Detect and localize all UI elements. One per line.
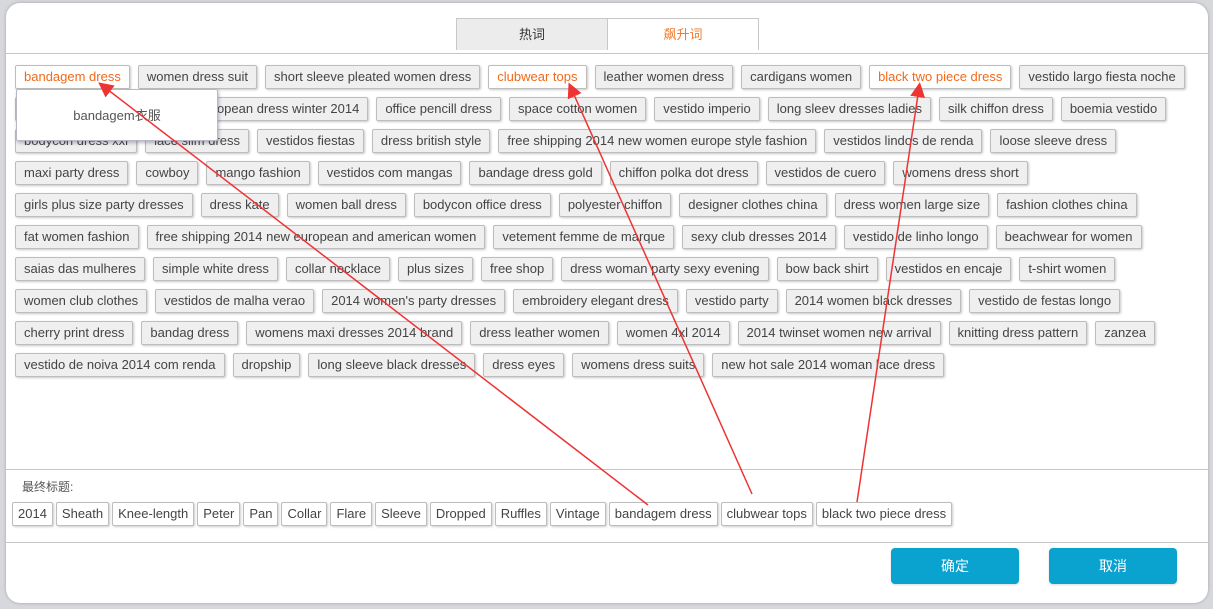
keyword-tag[interactable]: bandage dress gold <box>469 161 602 185</box>
keyword-tag[interactable]: black two piece dress <box>869 65 1012 89</box>
keyword-tabs: 热词 飙升词 <box>456 18 759 50</box>
tab-rising-words[interactable]: 飙升词 <box>608 19 758 50</box>
keyword-tag[interactable]: free shipping 2014 new women europe styl… <box>498 129 817 153</box>
keyword-tag[interactable]: dropship <box>232 353 301 377</box>
keyword-tag[interactable]: cherry print dress <box>15 321 134 345</box>
keyword-tag[interactable]: polyester chiffon <box>558 193 672 217</box>
keyword-tag[interactable]: short sleeve pleated women dress <box>265 65 481 89</box>
keyword-tag[interactable]: vestido imperio <box>654 97 760 121</box>
keyword-tag[interactable]: vestidos de cuero <box>765 161 886 185</box>
keyword-tag[interactable]: vestidos en encaje <box>885 257 1012 281</box>
keyword-tag[interactable]: plus sizes <box>397 257 474 281</box>
final-title-word[interactable]: Dropped <box>429 502 492 526</box>
keyword-dialog: 热词 飙升词 bandagem dress women dress suit sho… <box>6 3 1208 603</box>
keyword-tag[interactable]: vestido de linho longo <box>843 225 988 249</box>
final-title-label: 最终标题: <box>22 480 74 494</box>
divider <box>6 53 1208 54</box>
keyword-tag[interactable]: long sleeve black dresses <box>308 353 476 377</box>
keyword-tag[interactable]: zanzea <box>1095 321 1156 345</box>
keyword-tag[interactable]: free shop <box>481 257 554 281</box>
keyword-tag[interactable]: clubwear tops <box>488 65 587 89</box>
final-title-word[interactable]: Knee-length <box>112 502 195 526</box>
keyword-tag[interactable]: mango fashion <box>206 161 310 185</box>
keyword-tag[interactable]: womens dress suits <box>572 353 705 377</box>
keyword-tag[interactable]: vestido de festas longo <box>969 289 1121 313</box>
keyword-tag[interactable]: vestido de noiva 2014 com renda <box>15 353 225 377</box>
keyword-tag[interactable]: cardigans women <box>741 65 862 89</box>
final-title-word[interactable]: Vintage <box>549 502 606 526</box>
keyword-tag[interactable]: 2014 twinset women new arrival <box>737 321 941 345</box>
keyword-tag[interactable]: dress british style <box>371 129 491 153</box>
divider <box>6 542 1208 543</box>
keyword-tag[interactable]: sexy club dresses 2014 <box>681 225 836 249</box>
keyword-tag[interactable]: beachwear for women <box>995 225 1142 249</box>
final-title-word[interactable]: Flare <box>330 502 373 526</box>
translation-tooltip: bandagem衣服 <box>16 89 218 141</box>
keyword-tag[interactable]: girls plus size party dresses <box>15 193 193 217</box>
keyword-tag[interactable]: chiffon polka dot dress <box>609 161 758 185</box>
keyword-tag[interactable]: vestidos fiestas <box>257 129 364 153</box>
keyword-tag[interactable]: dress kate <box>200 193 279 217</box>
final-title-word[interactable]: Ruffles <box>494 502 547 526</box>
keyword-tag[interactable]: vestido largo fiesta noche <box>1019 65 1185 89</box>
tab-hot-words[interactable]: 热词 <box>457 19 608 50</box>
keyword-tag[interactable]: boemia vestido <box>1060 97 1167 121</box>
final-title-words: 2014 Sheath Knee-length Peter Pan Collar Flare… <box>12 502 953 526</box>
final-title-word[interactable]: bandagem dress <box>608 502 718 526</box>
keyword-tag[interactable]: bow back shirt <box>776 257 878 281</box>
final-title-word[interactable]: Peter <box>197 502 241 526</box>
keyword-tag[interactable]: designer clothes china <box>679 193 827 217</box>
keyword-tag[interactable]: embroidery elegant dress <box>513 289 678 313</box>
keyword-tag[interactable]: fashion clothes china <box>997 193 1137 217</box>
final-title-word[interactable]: Sheath <box>55 502 110 526</box>
keyword-tag[interactable]: 2014 women black dresses <box>785 289 962 313</box>
final-title-word[interactable]: Sleeve <box>375 502 427 526</box>
keyword-tag[interactable]: 2014 women's party dresses <box>322 289 506 313</box>
keyword-tag[interactable]: fat women fashion <box>15 225 139 249</box>
keyword-tag[interactable]: dress woman party sexy evening <box>561 257 769 281</box>
keyword-tag[interactable]: bandagem dress <box>15 65 130 89</box>
keyword-tag[interactable]: loose sleeve dress <box>990 129 1117 153</box>
keyword-tag[interactable]: vestido party <box>685 289 778 313</box>
keyword-tag[interactable]: dress leather women <box>470 321 609 345</box>
keyword-tag[interactable]: women club clothes <box>15 289 148 313</box>
keyword-tag[interactable]: new hot sale 2014 woman lace dress <box>712 353 945 377</box>
keyword-tag[interactable]: knitting dress pattern <box>948 321 1088 345</box>
keyword-tag[interactable]: saias das mulheres <box>15 257 145 281</box>
keyword-tag[interactable]: collar necklace <box>285 257 390 281</box>
keyword-tag[interactable]: womens maxi dresses 2014 brand <box>246 321 463 345</box>
confirm-button[interactable]: 确定 <box>891 548 1019 584</box>
keyword-tag[interactable]: maxi party dress <box>15 161 129 185</box>
keyword-tag[interactable]: women ball dress <box>286 193 406 217</box>
keyword-tag[interactable]: long sleev dresses ladies <box>767 97 931 121</box>
final-title-word[interactable]: Collar <box>281 502 328 526</box>
keyword-tag[interactable]: t-shirt women <box>1019 257 1116 281</box>
keyword-tag[interactable]: vetement femme de marque <box>493 225 674 249</box>
keyword-tag[interactable]: vestidos lindos de renda <box>824 129 983 153</box>
keyword-tag[interactable]: silk chiffon dress <box>938 97 1053 121</box>
keyword-tag[interactable]: womens dress short <box>893 161 1028 185</box>
keyword-tag[interactable]: dress women large size <box>834 193 990 217</box>
keyword-tag[interactable]: vestidos com mangas <box>317 161 462 185</box>
divider <box>6 469 1208 470</box>
keyword-tag[interactable]: free shipping 2014 new european and amer… <box>146 225 486 249</box>
final-title-word[interactable]: black two piece dress <box>815 502 953 526</box>
cancel-button[interactable]: 取消 <box>1049 548 1177 584</box>
final-title-word[interactable]: Pan <box>243 502 279 526</box>
keyword-tag[interactable]: simple white dress <box>153 257 278 281</box>
keyword-tag[interactable]: vestidos de malha verao <box>155 289 315 313</box>
final-title-word[interactable]: clubwear tops <box>720 502 813 526</box>
keyword-tag[interactable]: cowboy <box>136 161 199 185</box>
keyword-tag[interactable]: leather women dress <box>594 65 734 89</box>
keyword-tag[interactable]: space cotton women <box>509 97 647 121</box>
keyword-tag[interactable]: bodycon office dress <box>413 193 551 217</box>
keyword-tag[interactable]: women 4xl 2014 <box>616 321 730 345</box>
keyword-tag[interactable]: bandag dress <box>141 321 239 345</box>
keyword-tag[interactable]: women dress suit <box>137 65 257 89</box>
keyword-tag[interactable]: dress eyes <box>483 353 565 377</box>
keyword-tag[interactable]: office pencill dress <box>376 97 502 121</box>
final-title-word[interactable]: 2014 <box>12 502 53 526</box>
